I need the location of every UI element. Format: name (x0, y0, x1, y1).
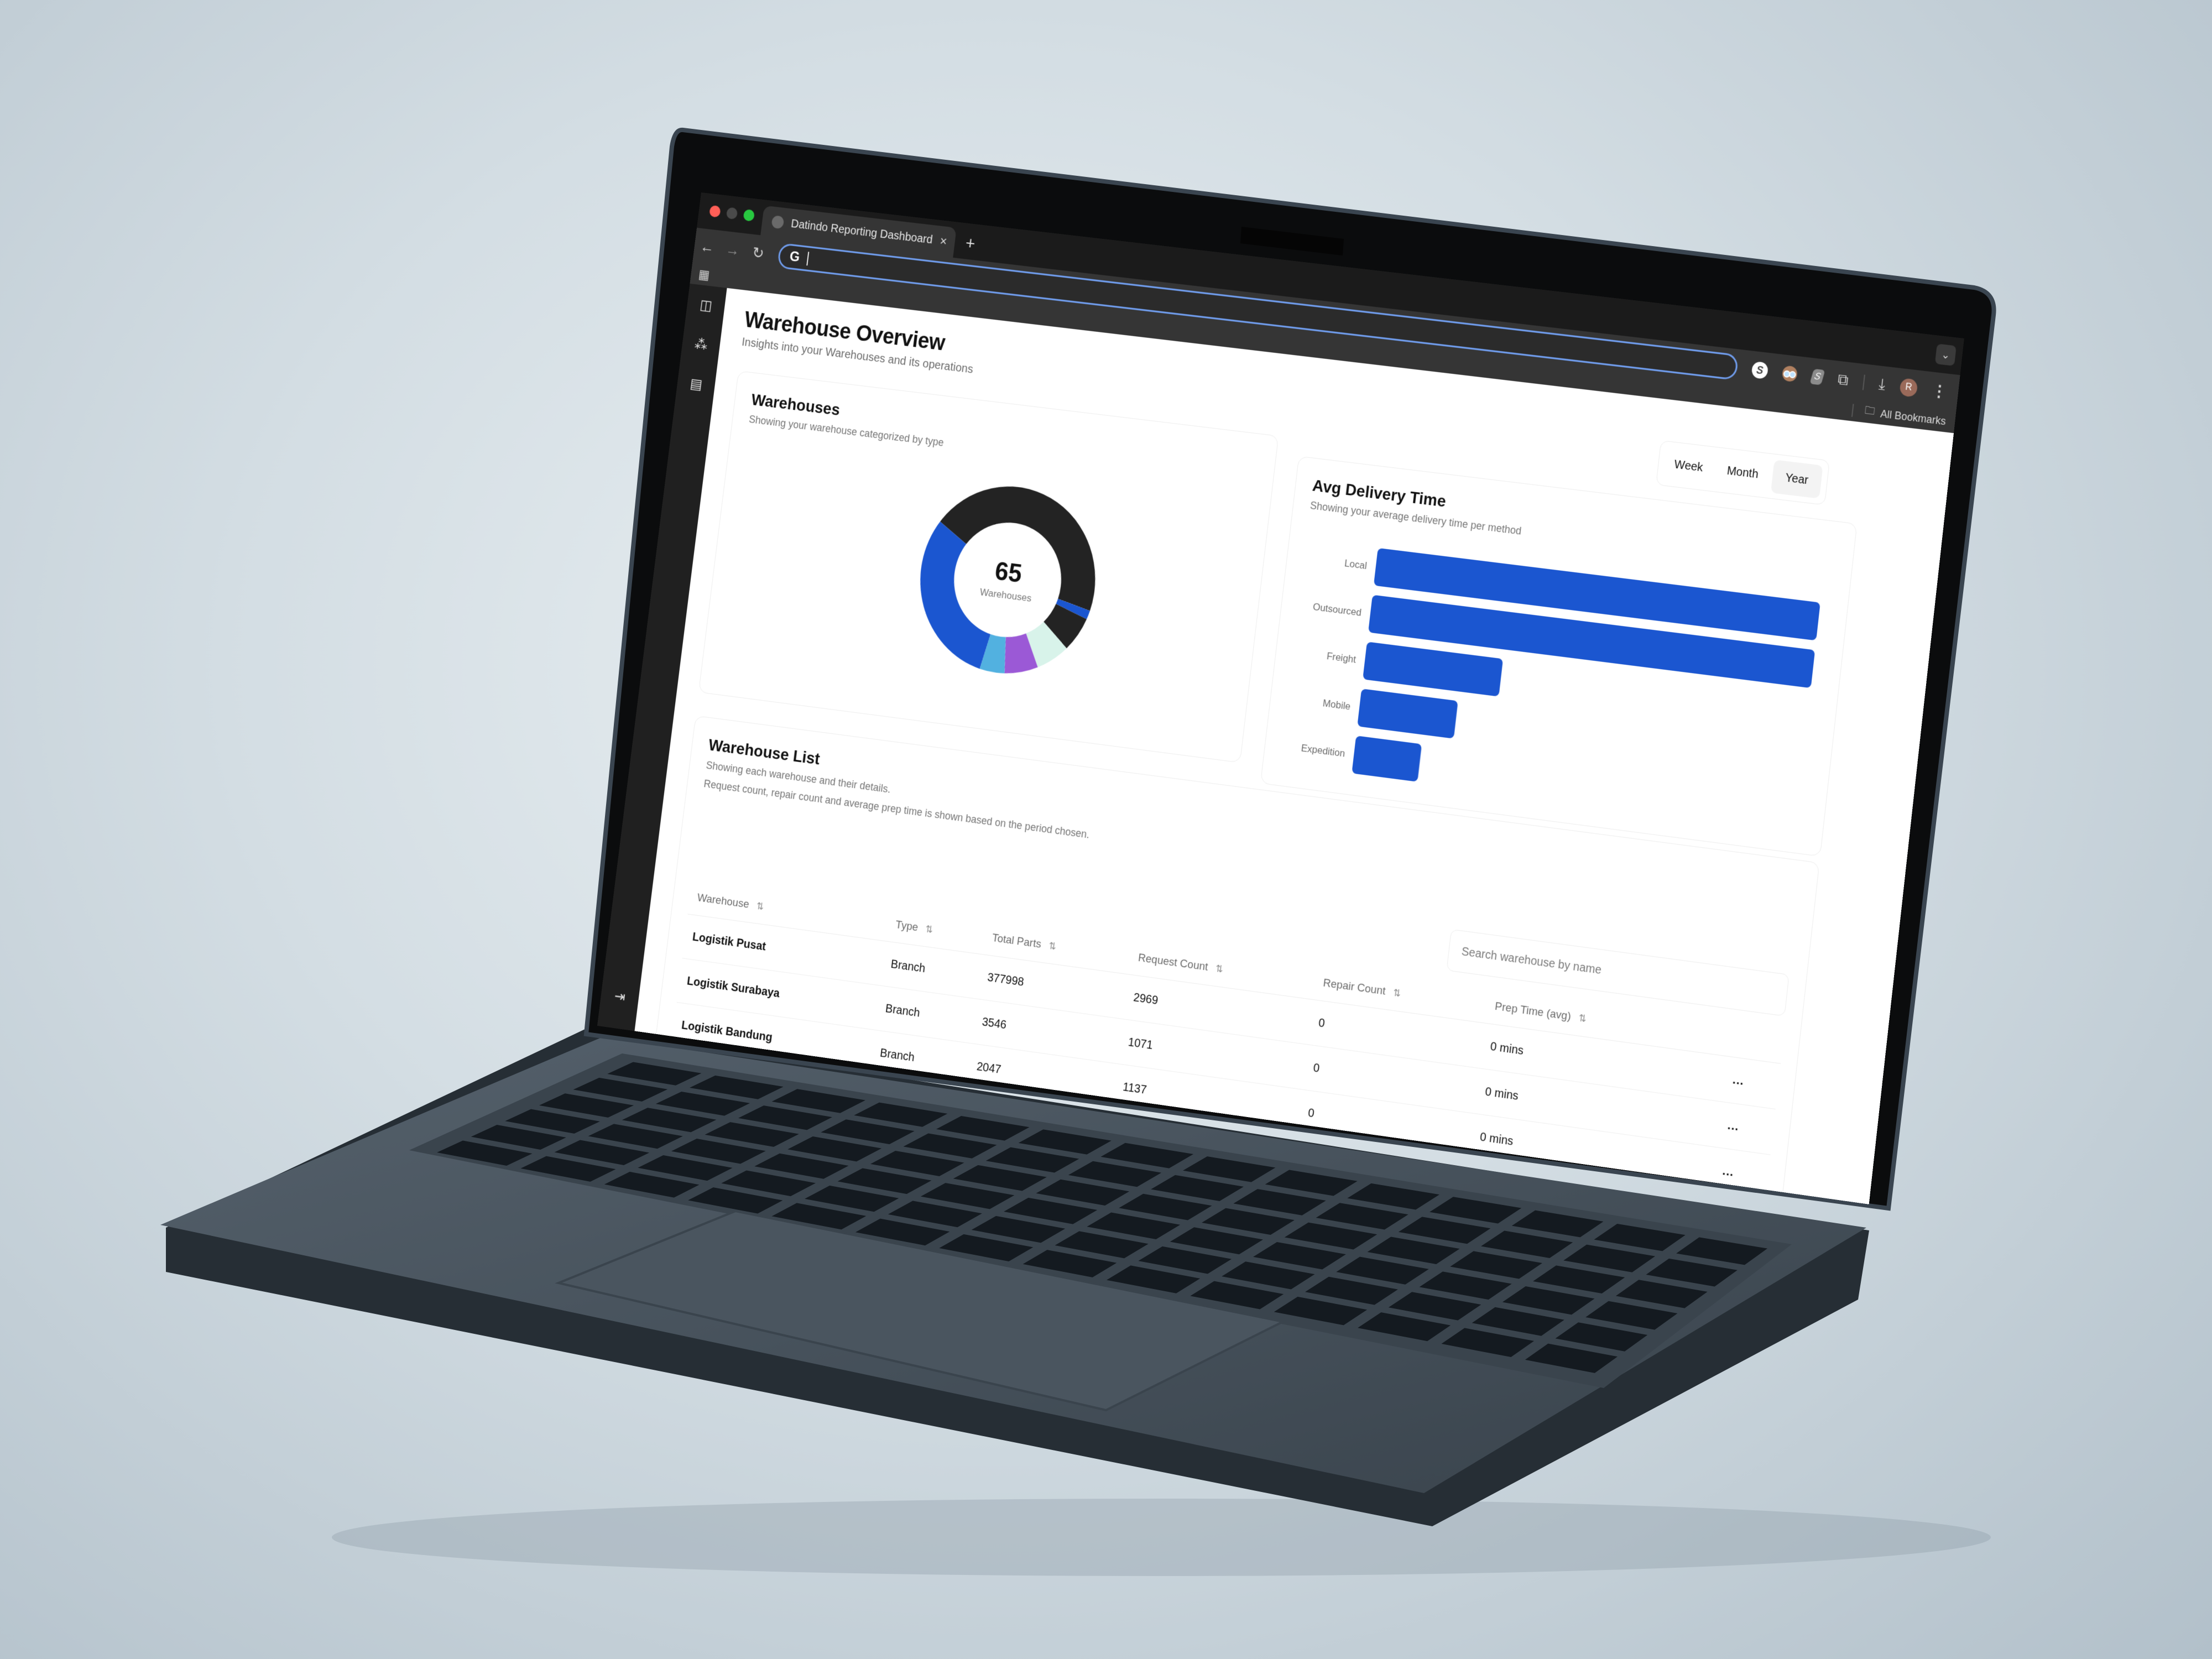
col-header-label: Warehouse (696, 891, 750, 911)
bar-label-outsourced: Outsourced (1312, 601, 1362, 618)
col-header-label: Total Parts (991, 931, 1042, 951)
bar-freight[interactable] (1363, 641, 1504, 697)
avg-delivery-card: Avg Delivery Time Showing your average d… (1260, 456, 1858, 857)
sort-icon[interactable]: ⇅ (1392, 988, 1401, 999)
reload-icon[interactable]: ↻ (744, 243, 772, 263)
browser-window: Datindo Reporting Dashboard × + ⌄ ← → ↻ … (597, 192, 1964, 1204)
back-arrow-icon[interactable]: ← (693, 237, 721, 257)
bar-mobile[interactable] (1357, 688, 1458, 739)
close-tab-icon[interactable]: × (939, 233, 948, 249)
col-header-label: Repair Count (1322, 977, 1386, 998)
col-header-label: Type (895, 919, 919, 934)
bar-expedition[interactable] (1352, 735, 1422, 782)
extension-surfshark-icon[interactable]: S (1809, 368, 1825, 385)
col-header-label: Prep Time (avg) (1494, 1000, 1572, 1023)
minimize-window-button[interactable] (726, 207, 738, 220)
toolbar-divider (1862, 374, 1865, 390)
download-icon[interactable]: ⤓ (1878, 375, 1886, 395)
delivery-bar-chart: Local Outsourced Freight Mobile Expedition (1301, 547, 1820, 782)
new-tab-button[interactable]: + (964, 233, 976, 254)
donut-svg (910, 478, 1106, 678)
extension-avatar-icon[interactable] (1781, 365, 1798, 383)
sort-icon[interactable]: ⇅ (1578, 1013, 1587, 1024)
kebab-menu-icon[interactable]: ⋮ (1931, 381, 1948, 401)
bar-label-mobile: Mobile (1322, 697, 1351, 712)
sort-icon[interactable]: ⇅ (1215, 964, 1224, 975)
sidebar-toggle-icon[interactable]: ◫ (699, 296, 713, 315)
sidebar-item-warehouse-icon[interactable]: ▤ (689, 375, 703, 394)
text-caret (806, 252, 809, 266)
scene: Datindo Reporting Dashboard × + ⌄ ← → ↻ … (0, 0, 2212, 1659)
forward-arrow-icon[interactable]: → (719, 239, 747, 260)
all-bookmarks-label: All Bookmarks (1880, 407, 1947, 427)
apps-grid-icon[interactable]: ▦ (697, 267, 711, 283)
profile-avatar[interactable]: R (1899, 378, 1918, 398)
puzzle-extensions-icon[interactable]: ⧉ (1837, 370, 1850, 390)
sort-icon[interactable]: ⇅ (756, 901, 764, 912)
period-week-button[interactable]: Week (1663, 447, 1715, 486)
period-year-button[interactable]: Year (1770, 460, 1823, 499)
extension-s-icon[interactable]: S (1751, 361, 1769, 380)
sort-icon[interactable]: ⇅ (1048, 941, 1056, 952)
bar-label-freight: Freight (1326, 650, 1357, 665)
sort-icon[interactable]: ⇅ (925, 925, 933, 936)
col-header-label: Request Count (1137, 951, 1209, 974)
warehouse-type-donut-chart: 65 Warehouses (904, 470, 1112, 690)
logout-icon[interactable]: ⇥ (613, 988, 626, 1006)
folder-icon: 🗀 (1864, 404, 1876, 418)
bar-label-local: Local (1344, 557, 1368, 571)
maximize-window-button[interactable] (743, 208, 755, 222)
google-g-icon: G (789, 248, 801, 265)
globe-icon (771, 215, 785, 229)
close-window-button[interactable] (709, 205, 721, 218)
laptop-shadow (332, 1499, 1991, 1576)
tab-search-chevron-icon[interactable]: ⌄ (1934, 343, 1957, 366)
sidebar-item-clusters-icon[interactable]: ⁂ (693, 336, 708, 354)
bookmarks-divider (1851, 404, 1854, 417)
bar-label-expedition: Expedition (1301, 742, 1346, 759)
period-month-button[interactable]: Month (1717, 453, 1768, 492)
warehouses-card: Warehouses Showing your warehouse catego… (698, 371, 1279, 763)
